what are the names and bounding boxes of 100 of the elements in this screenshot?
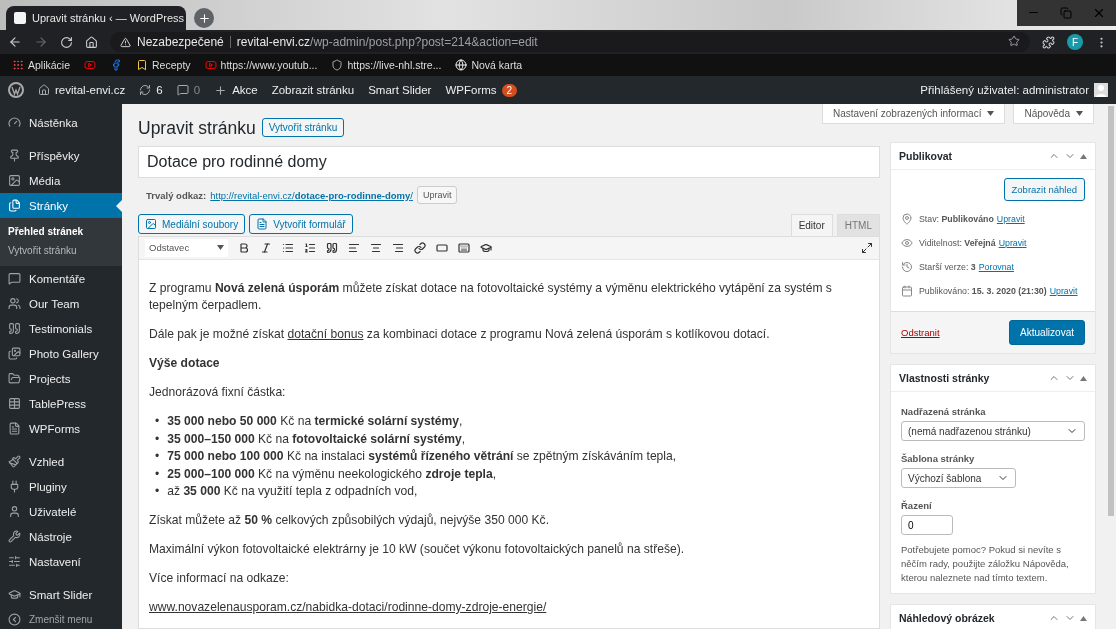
facebook-icon [110,59,123,71]
pages-icon [8,199,21,212]
submenu-item[interactable]: Vytvořit stránku [0,241,122,260]
home-icon [38,84,50,96]
sidebar-item[interactable]: Smart Slider [0,582,122,607]
comments-count[interactable]: 0 [193,84,201,96]
address-bar[interactable]: Nezabezpečené revital-envi.cz/wp-admin/post.php?post=214&action=edit [110,32,1030,52]
updates-count[interactable]: 6 [156,84,163,96]
paragraph: Z programu Nová zelená úsporám můžete získat dotace na fotovoltaické systémy a výměnu elektrického vytápění za systém s tepelným čerpadlem. [149,279,833,314]
sidebar-item[interactable]: Nástroje [0,524,122,549]
field-label: Nadřazená stránka [901,406,987,417]
quote-icon [326,241,338,254]
quote-icon [8,322,21,335]
pin-icon [8,149,21,162]
fullscreen-icon [861,241,873,254]
template-dropdown[interactable]: Výchozí šablona [901,468,1016,488]
bookmark-link[interactable]: https://live-nhl.stre... [347,59,442,71]
bookmark-link[interactable]: Aplikácie [28,59,71,71]
browser-tab[interactable]: Upravit stránku ‹ — WordPress [6,6,186,30]
content-heading: Výše dotace [149,355,221,372]
order-field[interactable]: 0 [901,515,953,535]
screen-meta-tab[interactable]: Nastavení zobrazených informací [822,104,1006,124]
edit-permalink-button[interactable]: Upravit [416,186,458,204]
sidebar-item[interactable]: Uživatelé [0,499,122,524]
sidebar-item[interactable]: Komentáře [0,266,122,291]
submenu-item[interactable]: Přehled stránek [0,222,122,241]
format-select[interactable]: Odstavec [145,238,228,257]
box-title: Náhledový obrázek [899,612,995,624]
back-icon [8,35,22,49]
bookmark-link[interactable]: Recepty [152,59,191,71]
media-button[interactable]: Vytvořit formulář [249,214,353,234]
inline-link[interactable]: dotační bonus [287,327,364,341]
permalink-link[interactable]: http://revital-envi.cz/dotace-pro-rodinne-domy/ [210,189,413,201]
align-left-icon [348,241,360,254]
preview-button[interactable]: Zobrazit náhled [1003,178,1085,201]
home-icon [85,35,98,49]
play-icon [84,59,97,71]
sidebar-item[interactable]: Média [0,168,122,193]
italic-icon [260,241,272,254]
sidebar-item[interactable]: Příspěvky [0,143,122,168]
content-link[interactable]: www.novazelenausporam.cz/nabidka-dotaci/rodinne-domy-zdroje-energie/ [149,600,547,614]
sidebar-item[interactable]: TablePress [0,391,122,416]
graduation-cap-icon [8,588,21,601]
collapse-triangle-icon[interactable] [1080,375,1087,381]
sidebar-item[interactable]: Vzhled [0,449,122,474]
sidebar-item[interactable]: Zmenšit menu [0,607,122,629]
new-link[interactable]: Akce [232,84,258,96]
sidebar-item[interactable]: Projects [0,366,122,391]
wordpress-logo-icon[interactable] [8,82,24,98]
sidebar-item[interactable]: Pluginy [0,474,122,499]
user-greeting[interactable]: Přihlášený uživatel: administrator [920,84,1089,96]
new-tab-button[interactable] [194,8,214,28]
publish-link[interactable]: Upravit [1049,286,1078,296]
bold-icon [238,241,250,254]
bullet: • [155,430,160,448]
sidebar-item[interactable]: Stránky [0,193,122,218]
sidebar-item[interactable]: Nastavení [0,549,122,574]
form-icon [256,218,269,230]
title-field[interactable]: Dotace pro rodinné domy [138,146,880,178]
publish-detail: Viditelnost: Veřejná [919,238,996,248]
permalink-label: Trvalý odkaz: [146,189,207,201]
media-button[interactable]: Mediální soubory [138,214,246,234]
sidebar-item[interactable]: Nástěnka [0,110,122,135]
delete-link[interactable]: Odstranit [901,327,940,338]
publish-detail: Publikováno: 15. 3. 2020 (21:30) [919,286,1047,296]
admin-bar-link[interactable]: Zobrazit stránku [271,84,355,96]
editor-tab[interactable]: Editor [790,214,833,237]
globe-icon [455,59,468,71]
collapse-triangle-icon[interactable] [1080,153,1087,159]
parent-dropdown[interactable]: (nemá nadřazenou stránku) [901,421,1085,441]
table-icon [8,397,21,410]
gauge-icon [8,116,21,129]
sidebar-item[interactable]: Photo Gallery [0,341,122,366]
settings-icon [8,555,21,568]
collapse-triangle-icon[interactable] [1080,615,1087,621]
pin-icon [901,213,913,225]
security-label: Nezabezpečené [137,35,224,49]
publish-link[interactable]: Upravit [996,214,1025,224]
admin-bar-link[interactable]: Smart Slider [368,84,432,96]
paragraph: Maximální výkon fotovoltaické elektrárny je 10 kW (součet výkonu fotovoltaických panelů na střeše). [149,541,686,558]
publish-link[interactable]: Porovnat [978,262,1014,272]
align-right-icon [392,241,404,254]
editor-tab[interactable]: HTML [836,214,880,236]
update-button[interactable]: Aktualizovat [1009,320,1085,345]
star-icon [1008,34,1020,47]
sidebar-item[interactable]: WPForms [0,416,122,441]
sidebar-item[interactable]: Testimonials [0,316,122,341]
plus-icon [214,83,228,97]
screen-meta-tab[interactable]: Nápověda [1013,104,1094,124]
sidebar-item[interactable]: Our Team [0,291,122,316]
bookmark-link[interactable]: Nová karta [471,59,523,71]
people-icon [8,297,21,310]
list-item: 75 000 nebo 100 000 Kč na instalaci systémů řízeného větrání se zpětným získáváním tepla, [167,448,677,465]
publish-link[interactable]: Upravit [998,238,1027,248]
site-link[interactable]: revital-envi.cz [55,84,126,96]
new-page-button[interactable]: Vytvořit stránku [261,118,345,137]
bullet: • [155,483,160,500]
eye-icon [901,237,913,249]
admin-bar-link[interactable]: WPForms [445,84,497,96]
bookmark-link[interactable]: https://www.youtub... [220,59,318,71]
